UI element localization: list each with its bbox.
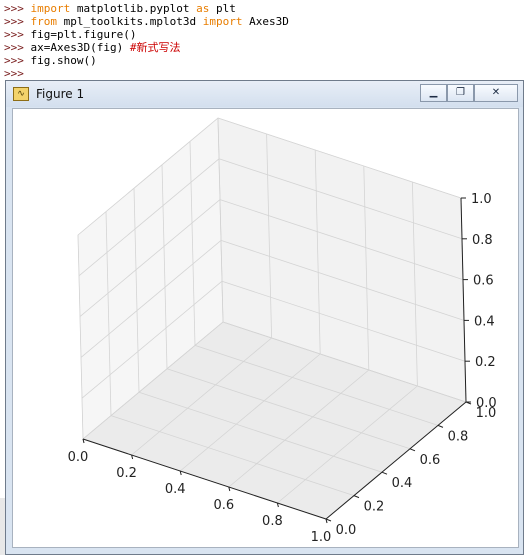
- x-tick-label: 0.2: [116, 466, 137, 481]
- python-shell: >>> import matplotlib.pyplot as plt >>> …: [0, 0, 526, 80]
- y-tick-label: 0.8: [448, 429, 469, 444]
- z-tick-label: 0.4: [474, 314, 495, 329]
- restore-button[interactable]: ❐: [447, 84, 474, 102]
- x-tick-label: 1.0: [311, 530, 332, 545]
- code-text: Axes3D: [242, 15, 289, 28]
- x-tick-label: 0.8: [262, 514, 283, 529]
- z-tick-label: 0.6: [473, 274, 494, 289]
- code-text: matplotlib.pyplot: [70, 2, 197, 15]
- y-tick-mark: [381, 471, 388, 475]
- keyword: import: [30, 2, 71, 15]
- shell-line-6[interactable]: >>>: [4, 67, 24, 80]
- z-tick-label: 0.2: [475, 355, 496, 370]
- shell-prompt: >>>: [4, 2, 24, 15]
- figure-window[interactable]: ∿ Figure 1 ▁ ❐ ✕ 0.0 0.2 0.4 0.6 0.8 1.0 0.0 0.…: [5, 80, 524, 555]
- shell-line-4: >>> ax=Axes3D(fig) #新式写法: [4, 41, 180, 54]
- y-tick-label: 0.0: [336, 523, 357, 538]
- shell-prompt: >>>: [4, 67, 24, 80]
- y-tick-mark: [409, 448, 416, 452]
- y-tick-mark: [437, 424, 444, 428]
- code-text: ax=Axes3D(fig): [30, 41, 130, 54]
- shell-prompt: >>>: [4, 15, 24, 28]
- matplotlib-figure-icon: ∿: [13, 87, 29, 101]
- code-text: fig.show(): [30, 54, 97, 67]
- keyword: as: [196, 2, 210, 15]
- figure-canvas[interactable]: 0.0 0.2 0.4 0.6 0.8 1.0 0.0 0.2 0.4 0.6 0.8 1.0 0.0 0…: [12, 108, 519, 548]
- close-button[interactable]: ✕: [474, 84, 518, 102]
- shell-line-2: >>> from mpl_toolkits.mplot3d import Axe…: [4, 15, 289, 28]
- close-icon: ✕: [491, 87, 501, 98]
- axes3d-plot[interactable]: 0.0 0.2 0.4 0.6 0.8 1.0 0.0 0.2 0.4 0.6 0.8 1.0 0.0 0…: [13, 109, 518, 547]
- z-tick-label: 0.8: [472, 233, 493, 248]
- minimize-button[interactable]: ▁: [420, 84, 447, 102]
- x-tick-label: 0.0: [68, 450, 89, 465]
- z-tick-label: 1.0: [471, 192, 492, 207]
- shell-line-5: >>> fig.show(): [4, 54, 97, 67]
- restore-icon: ❐: [456, 87, 465, 98]
- title-bar[interactable]: ∿ Figure 1 ▁ ❐ ✕: [6, 81, 523, 107]
- y-tick-mark: [353, 495, 360, 499]
- y-tick-label: 0.6: [420, 453, 441, 468]
- minimize-icon: ▁: [429, 87, 438, 98]
- shell-prompt: >>>: [4, 54, 24, 67]
- code-text: fig=plt.figure(): [30, 28, 137, 41]
- shell-line-3: >>> fig=plt.figure(): [4, 28, 136, 41]
- code-text: plt: [209, 2, 236, 15]
- shell-line-1: >>> import matplotlib.pyplot as plt: [4, 2, 236, 15]
- shell-prompt: >>>: [4, 28, 24, 41]
- code-comment: #新式写法: [129, 41, 181, 54]
- x-tick-label: 0.6: [213, 498, 234, 513]
- keyword: import: [202, 15, 243, 28]
- x-tick-label: 0.4: [165, 482, 186, 497]
- y-tick-label: 0.2: [364, 500, 385, 515]
- keyword: from: [30, 15, 58, 28]
- window-title: Figure 1: [36, 87, 85, 101]
- z-tick-label: 0.0: [476, 396, 497, 411]
- shell-prompt: >>>: [4, 41, 24, 54]
- code-text: mpl_toolkits.mplot3d: [57, 15, 203, 28]
- y-tick-label: 0.4: [392, 476, 413, 491]
